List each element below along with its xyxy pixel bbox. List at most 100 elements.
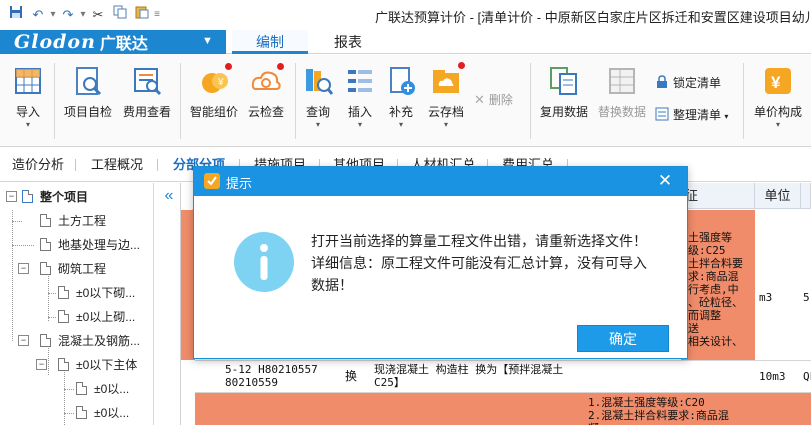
tree-item[interactable]: − ±0以下主体 [0,353,153,377]
organize-list-button[interactable]: 整理清单 ▾ [655,104,728,126]
name-cell[interactable]: 现浇混凝土 构造柱 换为【预拌混凝土 C25】 [374,363,614,389]
smart-price-button[interactable]: ¥ 智能组价 [186,61,242,141]
tree-item[interactable]: 土方工程 [0,209,153,233]
ok-button[interactable]: 确定 [577,325,669,352]
tree-item[interactable]: ±0以上砌... [0,305,153,329]
tree-item[interactable]: ±0以下砌... [0,281,153,305]
delete-button[interactable]: ✕ 删除 [474,89,513,111]
document-icon [58,358,69,371]
column-header-feature[interactable]: 征 [681,183,755,209]
tab-project-overview[interactable]: 工程概况 [76,148,158,182]
unit-price-dropdown-icon: ▾ [775,120,780,129]
collapse-icon[interactable]: − [6,191,17,202]
document-icon [58,286,69,299]
toolbar-separator [295,63,296,139]
cloud-save-icon [430,62,465,97]
import-icon [12,65,44,97]
toolbar-separator [530,63,531,139]
title-bar: ↶ ▾ ↷ ▾ ✂ ≡ 广联达预算计价 - [清单计价 - 中原新区白家庄片区拆… [0,0,811,30]
reuse-data-button[interactable]: 复用数据 [536,61,592,141]
supplement-icon [385,65,417,97]
cloud-save-dropdown-icon: ▾ [443,120,448,129]
tab-cost-analysis[interactable]: 造价分析 [0,148,76,182]
tree-item[interactable]: ±0以... [0,377,153,401]
dialog-message: 打开当前选择的算量工程文件出错，请重新选择文件！ 详细信息：原工程文件可能没有汇… [311,233,647,293]
dialog-title: 提示 [226,176,253,191]
logo: Glodon [14,31,96,53]
supplement-button[interactable]: 补充 ▾ [383,61,419,141]
document-icon [76,382,87,395]
toolbar-separator [180,63,181,139]
collapse-icon[interactable]: − [18,263,29,274]
document-icon [40,334,51,347]
query-button[interactable]: 查询 ▾ [300,61,336,141]
unit-price-button[interactable]: ¥ 单价构成 ▾ [750,61,806,141]
cloud-save-button[interactable]: 云存档 ▾ [424,61,468,141]
lock-list-button[interactable]: 锁定清单 [655,72,721,94]
notification-dot [277,63,284,70]
feature-cell: 土强度等级:C25 土拌合料要求:商品混 行考虑,中 、砼粒径、 而调整 送 相… [688,231,743,348]
insert-button[interactable]: 插入 ▾ [342,61,378,141]
insert-dropdown-icon: ▾ [357,120,362,129]
notification-dot [225,63,232,70]
quick-access-toolbar: ↶ ▾ ↷ ▾ ✂ ≡ [0,0,160,30]
quantity-cell: 5( [803,291,811,304]
tree-item[interactable]: 地基处理与边... [0,233,153,257]
ribbon-header: Glodon 广联达 ▼ 编制 报表 [0,30,811,54]
replace-data-button[interactable]: 替换数据 [594,61,650,141]
organize-list-icon [655,106,669,121]
fee-view-button[interactable]: 费用查看 [119,61,175,141]
column-header-more[interactable] [801,183,811,209]
self-check-button[interactable]: 项目自检 [60,61,116,141]
undo-icon[interactable]: ↶ [28,5,48,25]
undo-dropdown-icon[interactable]: ▾ [50,5,56,25]
collapse-icon[interactable]: − [36,359,47,370]
smart-price-icon: ¥ [198,63,232,97]
row-divider [195,360,811,361]
collapse-panel-button[interactable]: « [158,185,180,207]
import-button[interactable]: 导入 ▾ [6,61,50,141]
document-icon [40,238,51,251]
cut-icon[interactable]: ✂ [88,5,108,25]
type-cell: 换 [345,370,358,383]
replace-data-icon [606,65,638,97]
query-dropdown-icon: ▾ [315,120,320,129]
project-check-icon [72,65,104,97]
close-icon[interactable]: ✕ [655,170,675,192]
cloud-check-button[interactable]: 云检查 [243,61,289,141]
customize-toolbar-icon[interactable]: ≡ [154,5,160,25]
collapse-icon[interactable]: − [18,335,29,346]
project-icon [22,190,33,203]
redo-dropdown-icon[interactable]: ▾ [80,5,86,25]
dialog-title-bar[interactable]: 提示 ✕ [194,167,687,196]
tree-item[interactable]: − 砌筑工程 [0,257,153,281]
window-title: 广联达预算计价 - [清单计价 - 中原新区白家庄片区拆迁和安置区建设项目幼儿园… [375,10,811,25]
tree-item[interactable]: ±0以... [0,401,153,425]
copy-icon[interactable] [110,5,130,25]
column-header-unit[interactable]: 单位 [755,183,801,209]
paste-icon[interactable] [132,5,152,25]
tree-item-whole-project[interactable]: − 整个项目 [0,185,153,209]
fee-view-icon [131,65,163,97]
organize-dropdown-icon: ▾ [724,112,729,121]
quantity-cell: QL [803,370,811,383]
document-icon [40,214,51,227]
lock-icon [655,74,669,88]
project-tree: − 整个项目 土方工程 地基处理与边... − 砌筑工程 ±0以下砌... ±0… [0,183,154,425]
tree-item[interactable]: − 混凝土及钢筋... [0,329,153,353]
ribbon-toolbar: 导入 ▾ 项目自检 费用查看 ¥ 智能组价 云检查 查询 ▾ 插入 ▾ 补充 ▾… [0,55,811,147]
toolbar-separator [743,63,744,139]
supplement-dropdown-icon: ▾ [398,120,403,129]
tab-reports[interactable]: 报表 [310,30,386,54]
app-menu-button[interactable]: Glodon 广联达 ▼ [0,30,226,54]
redo-icon[interactable]: ↷ [58,5,78,25]
notification-dot [458,62,465,69]
tab-edit[interactable]: 编制 [232,30,308,54]
document-icon [58,310,69,323]
delete-icon: ✕ [474,92,485,107]
prompt-dialog: 提示 ✕ 打开当前选择的算量工程文件出错，请重新选择文件！ 详细信息：原工程文件… [193,166,688,359]
svg-text:¥: ¥ [217,77,224,88]
save-icon[interactable] [6,5,26,25]
import-dropdown-icon: ▾ [25,120,30,129]
reuse-data-icon [548,65,580,97]
